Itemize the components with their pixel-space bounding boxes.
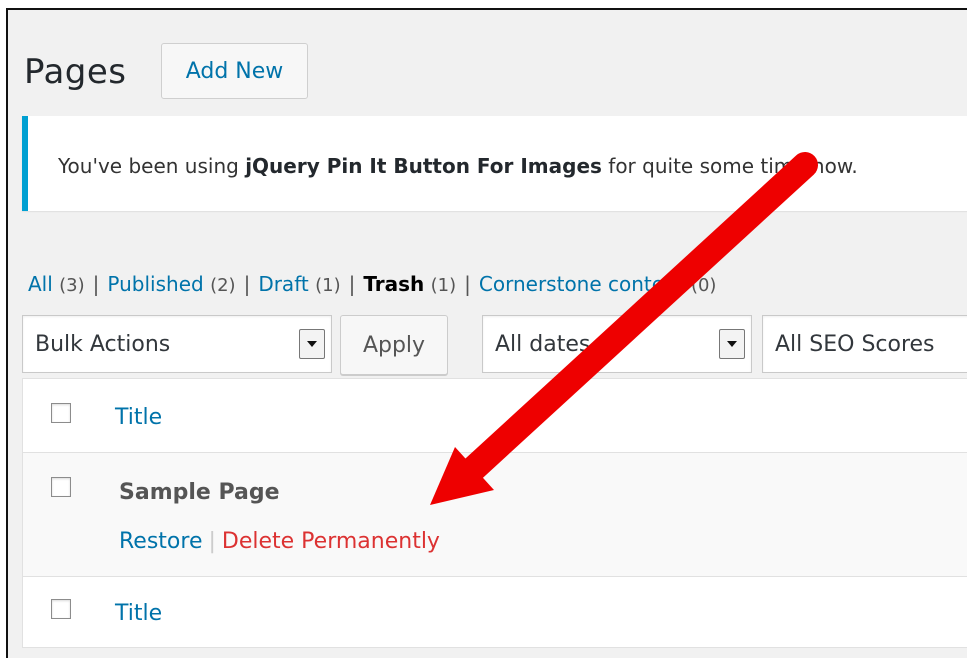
restore-link[interactable]: Restore: [119, 529, 202, 554]
chevron-down-icon[interactable]: [299, 329, 325, 359]
delete-permanently-link[interactable]: Delete Permanently: [222, 529, 440, 554]
title-column-footer[interactable]: Title: [115, 601, 162, 626]
filter-trash-current[interactable]: Trash: [363, 272, 424, 296]
separator: |: [208, 529, 216, 554]
table-row: Sample Page Restore | Delete Permanently: [23, 453, 967, 577]
row-actions: Restore | Delete Permanently: [119, 529, 440, 554]
bulk-actions-value: Bulk Actions: [35, 331, 171, 357]
seo-scores-value: All SEO Scores: [775, 331, 935, 357]
seo-scores-select[interactable]: All SEO Scores: [762, 315, 967, 373]
notice-plugin-name: jQuery Pin It Button For Images: [245, 154, 602, 178]
separator: |: [348, 272, 356, 296]
select-all-checkbox[interactable]: [51, 403, 71, 423]
notice-suffix: for quite some time now.: [601, 154, 858, 178]
filter-cornerstone-count: (0): [690, 275, 717, 296]
filter-published-link[interactable]: Published: [107, 272, 203, 296]
filter-all-count: (3): [59, 275, 85, 296]
page-title: Pages: [24, 52, 127, 92]
dates-filter-select[interactable]: All dates: [482, 315, 752, 373]
pages-table: Title Sample Page Restore | Delete Permane…: [22, 378, 967, 648]
apply-button[interactable]: Apply: [340, 315, 448, 375]
separator: |: [92, 272, 100, 296]
bulk-actions-select[interactable]: Bulk Actions: [22, 315, 332, 373]
table-header-row: Title: [23, 379, 967, 453]
separator: |: [464, 272, 471, 296]
filter-draft-link[interactable]: Draft: [258, 272, 308, 296]
chevron-down-icon[interactable]: [719, 329, 745, 359]
filter-cornerstone-link[interactable]: Cornerstone content: [479, 272, 685, 296]
title-column-header[interactable]: Title: [115, 405, 162, 430]
filter-trash-count: (1): [430, 275, 457, 296]
dates-filter-value: All dates: [495, 331, 591, 357]
notice-prefix: You've been using: [58, 154, 246, 178]
page-name: Sample Page: [119, 480, 280, 505]
select-all-checkbox-footer[interactable]: [51, 599, 71, 619]
notice-text: You've been using jQuery Pin It Button F…: [58, 154, 858, 178]
admin-screen: Pages Add New You've been using jQuery P…: [6, 8, 967, 658]
filter-draft-count: (1): [315, 275, 341, 296]
filter-all-link[interactable]: All: [28, 272, 53, 296]
row-checkbox[interactable]: [51, 477, 71, 497]
status-filter-links: All (3) | Published (2) | Draft (1) | Trash (1…: [28, 272, 716, 296]
table-footer-row: Title: [23, 577, 967, 649]
separator: |: [243, 272, 251, 296]
filter-published-count: (2): [210, 275, 236, 296]
add-new-button[interactable]: Add New: [161, 43, 308, 99]
admin-notice: You've been using jQuery Pin It Button F…: [22, 116, 967, 211]
